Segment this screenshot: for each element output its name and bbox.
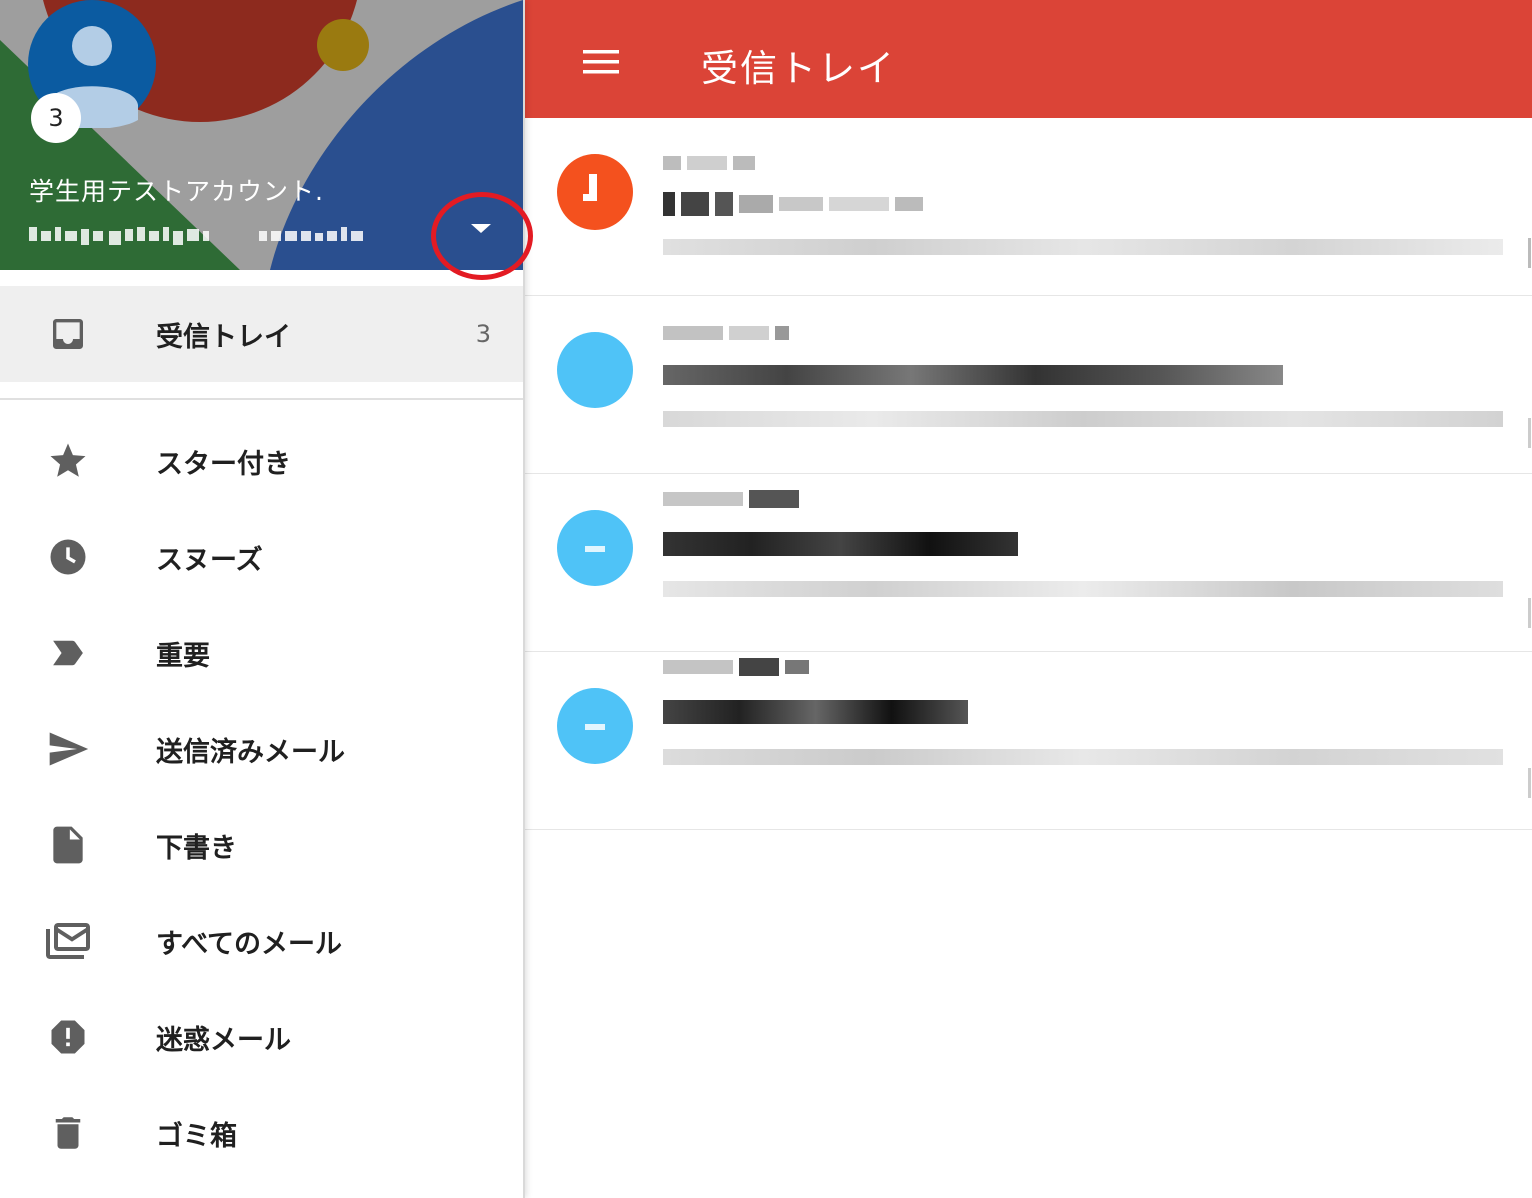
snippet-redacted (663, 236, 1509, 255)
nav-label-important: 重要 (156, 640, 210, 672)
nav-item-all-mail[interactable]: すべてのメール (0, 893, 523, 989)
drawer-divider (0, 398, 523, 400)
nav-label-starred: スター付き (156, 448, 291, 480)
arrow-drop-down-icon (471, 224, 491, 233)
subject-redacted (663, 532, 1024, 556)
page-title: 受信トレイ (701, 47, 896, 90)
inbox-icon (44, 310, 92, 358)
snippet-redacted (663, 408, 1509, 427)
snippet-redacted (663, 578, 1509, 597)
nav-label-inbox: 受信トレイ (156, 321, 291, 353)
sender-name-redacted (663, 488, 805, 508)
scroll-edge-marks (1528, 238, 1531, 798)
nav-label-sent: 送信済みメール (156, 736, 345, 768)
subject-redacted (663, 364, 1289, 385)
sender-avatar (557, 510, 633, 586)
sender-avatar (557, 332, 633, 408)
all-mail-icon (44, 917, 92, 965)
nav-label-all-mail: すべてのメール (156, 928, 343, 960)
nav-item-spam[interactable]: 迷惑メール (0, 989, 523, 1085)
sender-avatar (557, 688, 633, 764)
trash-icon (44, 1109, 92, 1157)
nav-item-starred[interactable]: スター付き (0, 413, 523, 509)
message-row[interactable] (523, 474, 1532, 652)
sender-name-redacted (663, 656, 815, 676)
subject-redacted (663, 700, 974, 724)
inbox-unread-count: 3 (475, 320, 491, 348)
account-email-redacted (29, 227, 363, 245)
nav-label-spam: 迷惑メール (156, 1024, 291, 1056)
subject-redacted (663, 192, 929, 216)
star-icon (44, 437, 92, 485)
nav-item-important[interactable]: 重要 (0, 605, 523, 701)
message-row[interactable] (523, 296, 1532, 474)
account-switcher-button[interactable] (440, 195, 522, 261)
sender-name-redacted (663, 152, 761, 171)
nav-label-trash: ゴミ箱 (156, 1120, 237, 1152)
nav-label-drafts: 下書き (156, 832, 237, 864)
message-row[interactable] (523, 118, 1532, 296)
menu-button[interactable] (571, 36, 631, 88)
important-label-icon (44, 629, 92, 677)
message-row[interactable] (523, 652, 1532, 830)
send-icon (44, 725, 92, 773)
top-app-bar: 受信トレイ (523, 0, 1532, 118)
unread-count-badge: 3 (31, 93, 81, 143)
clock-icon (44, 533, 92, 581)
nav-item-sent[interactable]: 送信済みメール (0, 701, 523, 797)
nav-item-drafts[interactable]: 下書き (0, 797, 523, 893)
nav-item-snoozed[interactable]: スヌーズ (0, 509, 523, 605)
navigation-drawer: 3 学生用テストアカウント. 受信トレイ 3 スター付き スヌーズ 重要 送信済… (0, 0, 533, 1198)
nav-label-snoozed: スヌーズ (156, 544, 263, 576)
spam-icon (44, 1013, 92, 1061)
snippet-redacted (663, 746, 1509, 765)
sender-name-redacted (663, 322, 795, 341)
nav-item-trash[interactable]: ゴミ箱 (0, 1085, 523, 1181)
account-header: 3 学生用テストアカウント. (0, 0, 523, 270)
draft-file-icon (44, 821, 92, 869)
hamburger-menu-icon (583, 50, 619, 74)
account-name: 学生用テストアカウント. (29, 177, 324, 206)
sender-avatar (557, 154, 633, 230)
nav-item-inbox[interactable]: 受信トレイ 3 (0, 286, 523, 382)
